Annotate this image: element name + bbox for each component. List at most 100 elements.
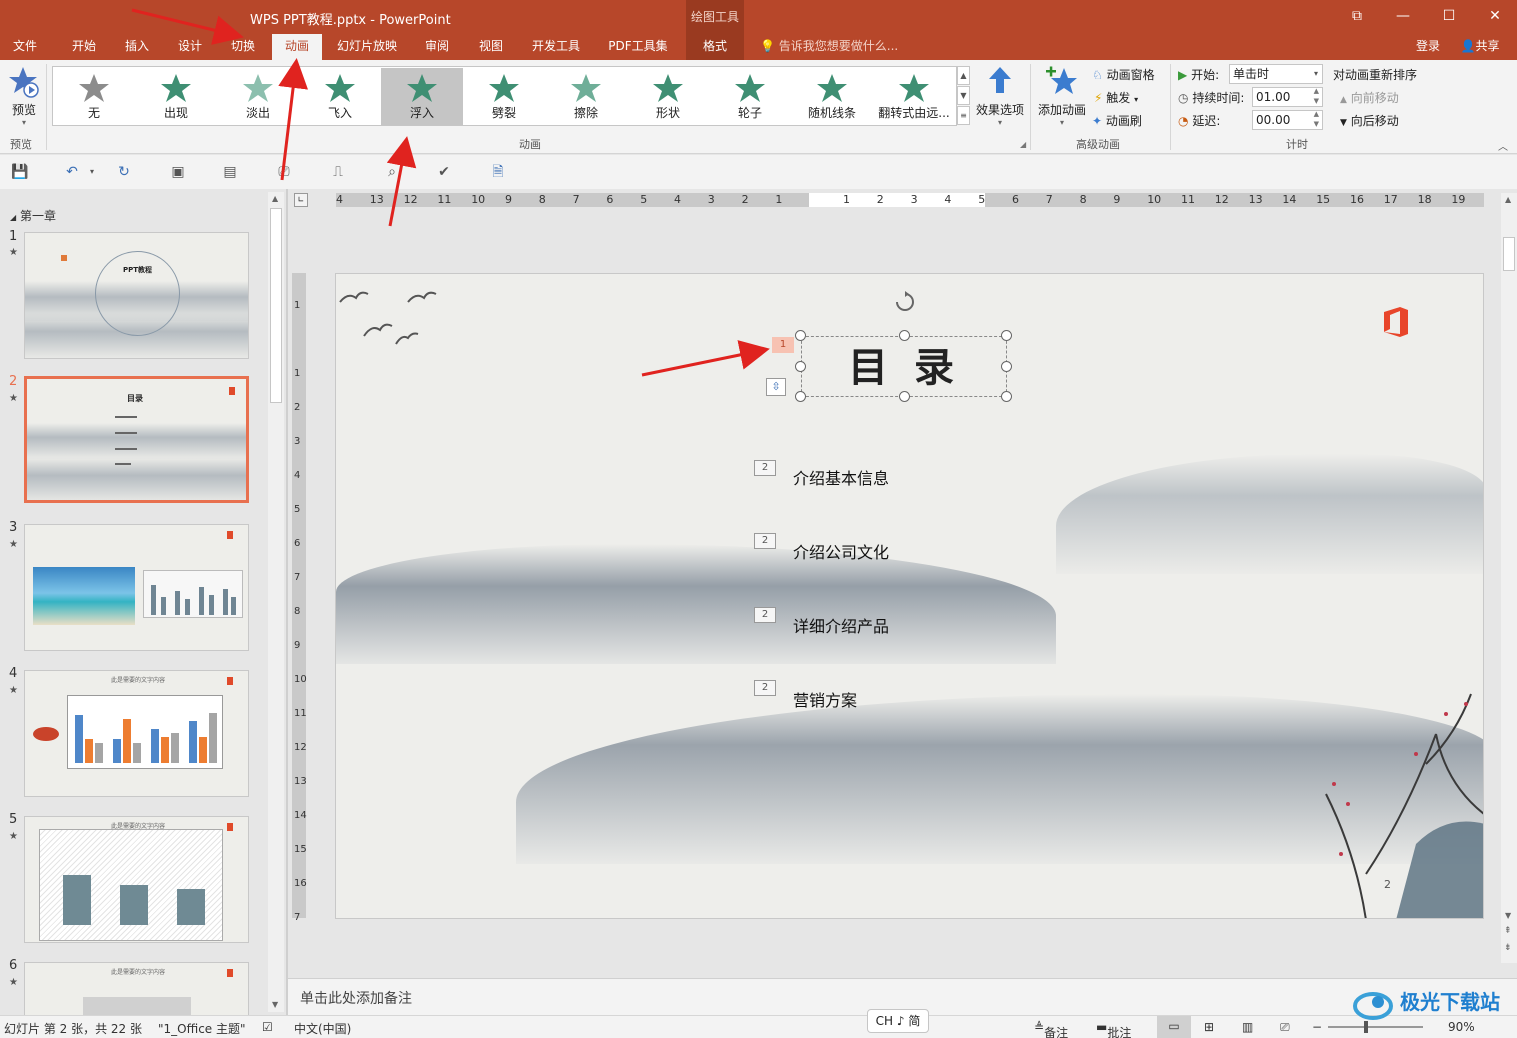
close-button[interactable]: ✕	[1472, 0, 1517, 34]
dialog-launcher-icon[interactable]: ◢	[1020, 140, 1026, 149]
tab-view[interactable]: 视图	[466, 34, 516, 60]
preview-button[interactable]: 预览 ▾	[4, 66, 44, 136]
tab-slideshow[interactable]: 幻灯片放映	[330, 34, 404, 60]
slideshow-icon[interactable]: ⎍	[328, 163, 348, 181]
spellcheck-icon[interactable]: ☑	[262, 1020, 273, 1034]
slide-title[interactable]: 目 录	[802, 347, 1006, 389]
tab-design[interactable]: 设计	[165, 34, 215, 60]
scroll-up-icon[interactable]: ▲	[272, 194, 278, 203]
comments-toggle[interactable]: ▬ 批注	[1096, 1020, 1131, 1038]
gallery-scroll-up[interactable]: ▲	[957, 66, 970, 85]
scroll-down-icon[interactable]: ▼	[1505, 911, 1511, 920]
zoom-icon[interactable]: ⌕	[382, 163, 402, 181]
animation-option[interactable]: 无	[53, 68, 135, 125]
animation-option[interactable]: 轮子	[709, 68, 791, 125]
move-earlier-button[interactable]: ▲ 向前移动	[1340, 89, 1399, 106]
resize-handle[interactable]	[795, 361, 806, 372]
share-button[interactable]: 👤共享	[1452, 34, 1508, 60]
effect-options-button[interactable]: 效果选项 ▾	[974, 66, 1026, 127]
scrollbar-thumb[interactable]	[1503, 237, 1515, 271]
redo-icon[interactable]: ↻	[114, 163, 134, 181]
animation-option[interactable]: 形状	[627, 68, 709, 125]
slideshow-view-icon[interactable]: ⎚	[1280, 1020, 1290, 1035]
slide-sorter-icon[interactable]: ⊞	[1204, 1020, 1214, 1034]
tab-format[interactable]: 格式	[686, 34, 744, 60]
vertical-ruler[interactable]: 1 1 2 3 4 5 6 7 8 9 10 11 12 13 14 15 16 7	[292, 273, 307, 923]
animation-option[interactable]: 出现	[135, 68, 217, 125]
animation-pane-button[interactable]: ♘ 动画窗格	[1092, 66, 1155, 83]
animation-option[interactable]: 淡出	[217, 68, 299, 125]
animation-option[interactable]: 随机线条	[791, 68, 873, 125]
animation-option[interactable]: 飞入	[299, 68, 381, 125]
undo-icon[interactable]: ↶	[62, 163, 82, 181]
notes-placeholder[interactable]: 单击此处添加备注	[300, 988, 412, 1008]
notes-toggle[interactable]: ≜ 备注	[1034, 1020, 1068, 1038]
resize-handle[interactable]	[899, 330, 910, 341]
animation-painter-button[interactable]: ✦ 动画刷	[1092, 112, 1142, 129]
resize-handle[interactable]	[1001, 391, 1012, 402]
ime-indicator[interactable]: CH ♪ 简	[867, 1009, 929, 1033]
normal-view-icon[interactable]: ▭	[1157, 1016, 1191, 1038]
minimize-button[interactable]: —	[1380, 0, 1426, 34]
trigger-button[interactable]: ⚡ 触发 ▾	[1094, 89, 1138, 106]
gallery-more[interactable]: ≡	[957, 106, 970, 125]
rotate-handle-icon[interactable]	[894, 291, 916, 313]
resize-handle[interactable]	[1001, 330, 1012, 341]
move-later-button[interactable]: ▼ 向后移动	[1340, 112, 1399, 129]
tab-file[interactable]: 文件	[0, 34, 50, 60]
tab-review[interactable]: 审阅	[412, 34, 462, 60]
spinner-icon[interactable]: ▲ ▼	[1314, 86, 1319, 106]
chevron-down-icon[interactable]: ▾	[82, 163, 102, 181]
delay-input[interactable]: 00.00 ▲ ▼	[1252, 110, 1323, 130]
duration-input[interactable]: 01.00 ▲ ▼	[1252, 87, 1323, 107]
slide-thumbnail-3[interactable]	[24, 524, 249, 651]
ribbon-display-icon[interactable]: ⧉	[1334, 0, 1380, 34]
slide-thumbnail-1[interactable]: PPT教程	[24, 232, 249, 359]
previous-slide-icon[interactable]: ⇞	[1504, 926, 1512, 936]
collapse-ribbon-icon[interactable]: ︿	[1498, 138, 1508, 153]
check-icon[interactable]: ✔	[434, 163, 454, 181]
resize-handle[interactable]	[899, 391, 910, 402]
new-slide-icon[interactable]: ▣	[168, 163, 188, 181]
tab-developer[interactable]: 开发工具	[520, 34, 592, 60]
animation-order-tag[interactable]: 2	[754, 607, 776, 623]
resize-handle[interactable]	[795, 391, 806, 402]
title-textbox[interactable]: 目 录	[801, 336, 1007, 397]
animation-order-tag[interactable]: 1	[772, 337, 794, 353]
animation-order-tag[interactable]: 2	[754, 460, 776, 476]
resize-handle[interactable]	[795, 330, 806, 341]
next-slide-icon[interactable]: ⇟	[1504, 943, 1512, 953]
slide-thumbnail-2[interactable]: 目录	[24, 376, 249, 503]
scrollbar-thumb[interactable]	[270, 208, 282, 403]
slide-canvas[interactable]: 1 ⇳ 目 录 2 介绍基本信息 2 介绍公司文化 2 详细介绍产品 2 营销方…	[335, 273, 1484, 919]
animation-order-tag[interactable]: 2	[754, 533, 776, 549]
textbox-icon[interactable]: ▤	[220, 163, 240, 181]
tab-stop-selector[interactable]: ∟	[294, 193, 308, 207]
scroll-down-icon[interactable]: ▼	[272, 1000, 278, 1009]
tab-animations[interactable]: 动画	[272, 34, 322, 60]
save-icon[interactable]: 💾	[10, 163, 30, 181]
animation-order-tag[interactable]: 2	[754, 680, 776, 696]
present-icon[interactable]: ⎚	[274, 163, 294, 181]
language-label[interactable]: 中文(中国)	[294, 1020, 351, 1037]
animation-option[interactable]: 翻转式由远...	[873, 68, 955, 125]
slide-thumbnail-6[interactable]: 此是需要的文字内容	[24, 962, 249, 1015]
maximize-button[interactable]: ☐	[1426, 0, 1472, 34]
slide-scrollbar[interactable]: ▲ ▼ ⇞ ⇟	[1501, 193, 1517, 963]
tell-me-box[interactable]: 💡 告诉我您想要做什么...	[760, 34, 898, 60]
animation-option[interactable]: 劈裂	[463, 68, 545, 125]
document-icon[interactable]: 🗎	[488, 163, 508, 181]
autofit-options-icon[interactable]: ⇳	[766, 378, 786, 396]
animation-option[interactable]: 浮入	[381, 68, 463, 125]
add-animation-button[interactable]: 添加动画 ▾	[1036, 66, 1088, 127]
tab-pdf-tools[interactable]: PDF工具集	[598, 34, 678, 60]
reading-view-icon[interactable]: ▥	[1242, 1020, 1253, 1034]
thumbnail-scrollbar[interactable]: ▲ ▼	[268, 192, 284, 1012]
zoom-out-icon[interactable]: −	[1312, 1020, 1322, 1034]
toc-item[interactable]: 介绍基本信息	[793, 465, 889, 489]
tab-home[interactable]: 开始	[58, 34, 110, 60]
slide-thumbnail-5[interactable]: 此是需要的文字内容	[24, 816, 249, 943]
tab-transitions[interactable]: 切换	[218, 34, 268, 60]
gallery-scroll-down[interactable]: ▼	[957, 86, 970, 105]
resize-handle[interactable]	[1001, 361, 1012, 372]
